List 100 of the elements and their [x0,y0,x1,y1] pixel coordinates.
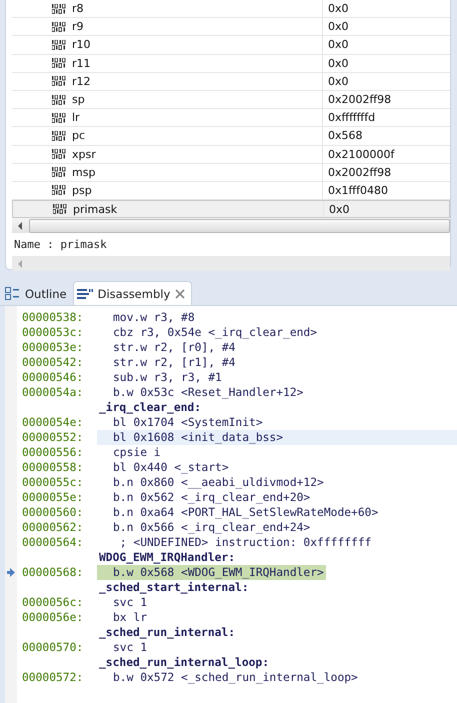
register-row[interactable]: msp 0x2002ff98 [12,164,450,182]
register-value: 0xfffffffd [328,111,376,124]
instruction: str.w r2, [r0], #4 [112,340,236,355]
register-name: r9 [72,20,84,34]
address: 00000558: [22,461,84,474]
binary-icon [52,58,66,68]
register-name: psp [72,184,92,197]
register-name: r10 [72,38,91,52]
instruction: ; <UNDEFINED> instruction: 0xffffffff [118,535,372,550]
scroll-left-icon[interactable] [17,222,23,230]
register-row[interactable]: r9 0x0 [12,18,450,36]
instruction: b.n 0x562 <_irq_clear_end+20> [112,490,310,505]
binary-icon [52,94,66,105]
register-name: msp [72,166,96,179]
register-name: r11 [72,56,91,70]
binary-icon [52,185,66,196]
register-name: lr [72,111,80,124]
binary-icon [52,112,66,123]
register-value: 0x0 [328,38,349,52]
register-row[interactable]: r12 0x0 [12,72,450,91]
instruction: b.n 0x566 <_irq_clear_end+24> [112,520,310,535]
binary-icon [52,40,66,50]
register-value: 0x0 [328,20,349,34]
binary-icon [52,4,66,14]
symbol-label: _irq_clear_end: [98,401,202,414]
binary-icon [52,167,66,178]
instruction: bl 0x440 <_start> [112,460,229,475]
view-tab[interactable]: Disassembly [72,281,192,305]
instruction: str.w r2, [r1], #4 [112,355,236,370]
instruction: b.n 0xa64 <PORT_HAL_SetSlewRateMode+60> [112,505,378,520]
symbol-label: WDOG_EWM_IRQHandler: [98,551,236,564]
register-value: 0x568 [328,129,363,142]
close-icon[interactable] [175,288,186,298]
instruction: svc 1 [112,595,148,610]
address: 0000055c: [22,476,84,489]
register-name: pc [72,129,86,142]
register-row[interactable]: primask 0x0 [12,200,450,218]
disassembly-icon [76,288,93,298]
address: 0000054e: [22,416,84,429]
symbol-label: _sched_run_internal_loop: [98,656,270,669]
register-name: primask [73,202,118,216]
register-name: sp [72,93,85,106]
address: 00000564: [22,536,84,549]
instruction: bl 0x1704 <SystemInit> [112,415,263,430]
register-row[interactable]: r8 0x0 [12,0,450,18]
address: 00000572: [22,671,84,684]
address: 0000056e: [22,611,84,624]
register-value: 0x0 [328,2,349,16]
register-row[interactable]: xpsr 0x2100000f [12,146,450,164]
instruction: b.w 0x568 <WDOG_EWM_IRQHandler> [97,565,326,580]
register-value: 0x0 [329,202,350,216]
address: 00000568: [22,566,84,579]
horizontal-scrollbar[interactable] [12,218,450,234]
register-value: 0x0 [328,56,349,70]
register-value: 0x2002ff98 [328,166,392,179]
instruction: bx lr [112,610,148,625]
address: 0000053c: [22,326,84,339]
view-tab[interactable]: Outline [2,282,73,305]
outline-icon [5,287,20,300]
address: 0000055e: [22,491,84,504]
register-row[interactable]: sp 0x2002ff98 [12,90,450,110]
address: 00000556: [22,446,84,459]
binary-icon [53,204,67,214]
address: 00000562: [22,521,84,534]
register-row[interactable]: r11 0x0 [12,54,450,73]
register-name: xpsr [72,148,96,161]
binary-icon [52,130,66,141]
register-row[interactable]: lr 0xfffffffd [12,109,450,128]
instruction: b.w 0x572 <_sched_run_internal_loop> [112,670,358,685]
instruction: b.n 0x860 <__aeabi_uldivmod+12> [112,475,324,490]
address: 00000542: [22,356,84,369]
instruction: cbz r3, 0x54e <_irq_clear_end> [112,325,318,340]
address: 00000546: [22,371,84,384]
detail-text: Name : primask [13,237,108,254]
register-name: r8 [72,2,84,16]
register-value: 0x2100000f [328,148,394,161]
horizontal-scrollbar[interactable] [12,256,450,272]
instruction: cpsie i [112,445,161,460]
register-value: 0x1fff0480 [328,184,388,197]
address: 00000560: [22,506,84,519]
register-value: 0x2002ff98 [328,93,392,106]
arrow-icon [7,568,15,577]
address: 00000552: [22,431,84,444]
register-row[interactable]: pc 0x568 [12,127,450,146]
binary-icon [52,22,66,32]
instruction: bl 0x1608 <init_data_bss> [97,430,457,445]
register-name: r12 [72,74,91,88]
binary-icon [52,149,66,160]
register-value: 0x0 [328,74,349,88]
binary-icon [52,76,66,86]
address: 00000570: [22,641,84,654]
register-row[interactable]: r10 0x0 [12,36,450,55]
address: 0000056c: [22,596,84,609]
address: 0000053e: [22,341,84,354]
symbol-label: _sched_run_internal: [98,626,236,639]
address: 00000538: [22,311,84,324]
instruction: svc 1 [112,640,148,655]
symbol-label: _sched_start_internal: [98,581,249,594]
instruction: mov.w r3, #8 [112,310,195,325]
address: 0000054a: [22,386,84,399]
